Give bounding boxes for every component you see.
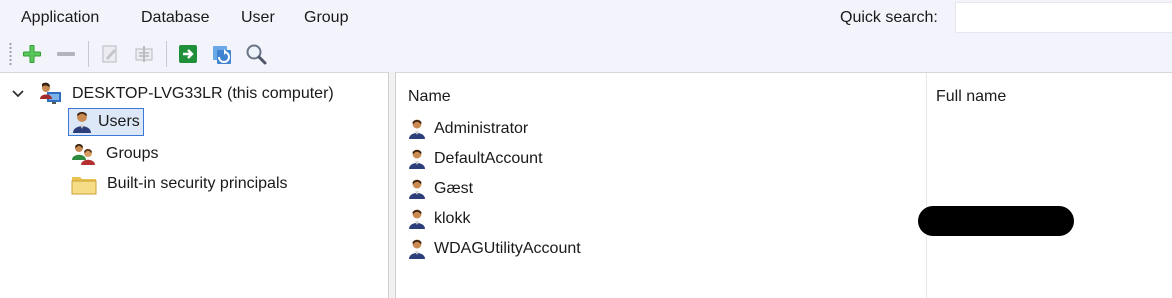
tree-pane: DESKTOP-LVG33LR (this computer) Users Gr… [0,72,388,298]
tree-item-users[interactable]: Users [68,108,144,136]
toolbar-separator [166,41,167,67]
list-item[interactable]: Administrator [408,115,528,143]
list-item[interactable]: WDAGUtilityAccount [408,235,581,263]
edit-icon [102,45,117,63]
computer-user-icon [38,82,62,106]
user-icon [408,148,426,170]
menu-application[interactable]: Application [21,8,99,28]
tree-item-label: Users [98,113,140,130]
user-icon [408,208,426,230]
tree-item-groups[interactable]: Groups [71,141,158,167]
column-header-name[interactable]: Name [408,87,451,107]
tree-item-label: Built-in security principals [107,175,288,192]
toolbar-separator [88,41,89,67]
list-item[interactable]: klokk [408,205,470,233]
redaction-mark [918,206,1074,236]
user-icon [71,110,93,134]
toolbar [0,36,1172,72]
quick-search-label: Quick search: [840,9,938,26]
selection-highlight: Users [68,108,144,136]
user-name: DefaultAccount [434,150,543,167]
add-icon [23,45,41,63]
user-name: WDAGUtilityAccount [434,240,581,257]
properties-icon [135,46,153,62]
toolbar-grip[interactable] [9,42,12,66]
user-icon [408,178,426,200]
refresh-icon [213,46,231,64]
pane-splitter[interactable] [388,72,396,298]
user-icon [408,118,426,140]
folder-icon [71,172,97,196]
menu-database[interactable]: Database [141,8,210,28]
user-name: klokk [434,210,471,227]
export-icon [179,45,197,63]
tree-item-builtin-principals[interactable]: Built-in security principals [71,171,288,197]
menu-bar: Application Database User Group Quick se… [0,0,1172,36]
column-divider[interactable] [926,73,927,298]
computer-name: DESKTOP-LVG33LR (this computer) [72,85,334,102]
user-name: Administrator [434,120,529,137]
column-header-full-name[interactable]: Full name [936,87,1006,107]
list-item[interactable]: DefaultAccount [408,145,543,173]
remove-button[interactable] [54,42,78,66]
find-button[interactable] [244,42,268,66]
menu-user[interactable]: User [241,8,275,28]
search-icon [246,44,267,65]
group-icon [71,142,97,166]
user-name: Gæst [434,180,474,197]
user-list-pane: Name Full name Administrator DefaultAcco… [396,72,1172,298]
list-item[interactable]: Gæst [408,175,473,203]
refresh-button[interactable] [210,42,234,66]
user-icon [408,238,426,260]
quick-search-input[interactable] [955,2,1172,33]
tree-node-computer[interactable]: DESKTOP-LVG33LR (this computer) [10,81,334,107]
properties-button[interactable] [132,42,156,66]
menu-group[interactable]: Group [304,8,348,28]
add-button[interactable] [20,42,44,66]
tree-item-label: Groups [106,145,159,162]
remove-icon [57,52,75,56]
edit-button[interactable] [98,42,122,66]
chevron-down-icon[interactable] [10,86,26,102]
export-button[interactable] [176,42,200,66]
